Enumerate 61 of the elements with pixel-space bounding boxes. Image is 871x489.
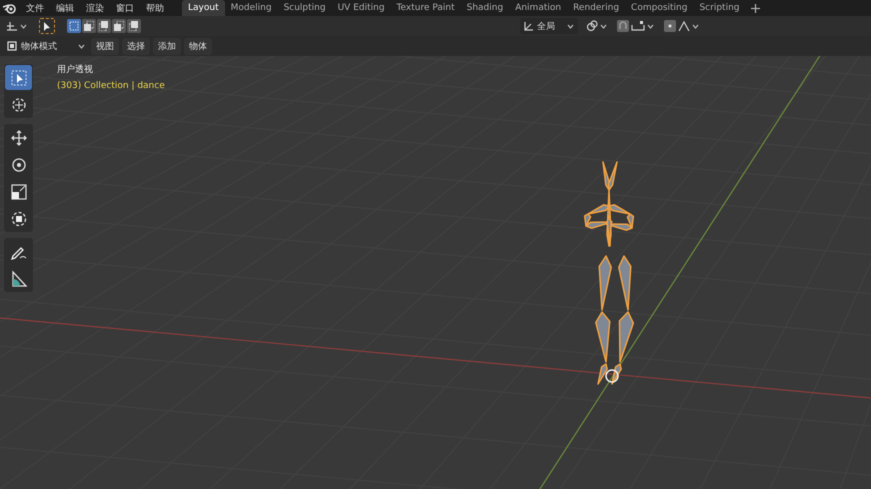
menu-item[interactable]: 编辑 <box>50 2 80 14</box>
mode-dropdown[interactable]: 物体模式 <box>4 38 88 54</box>
caret-icon <box>567 24 574 28</box>
viewport-menu[interactable]: 视图 <box>91 38 119 54</box>
menu-item[interactable]: 渲染 <box>80 2 110 14</box>
cursor-tool-icon <box>10 96 28 114</box>
plus-icon[interactable] <box>750 4 760 12</box>
snap-button[interactable] <box>615 18 656 34</box>
view-name: 用户透视 <box>57 64 94 76</box>
link-icon <box>586 20 598 32</box>
caret-icon <box>647 24 654 28</box>
rotate-icon <box>10 156 28 174</box>
selection-mode-icon <box>99 21 109 31</box>
selection-mode-button[interactable] <box>112 19 126 33</box>
selection-mode-button[interactable] <box>67 19 81 33</box>
workspace-tab[interactable]: UV Editing <box>332 0 391 16</box>
caret-icon <box>20 24 27 28</box>
tool-button[interactable] <box>5 65 32 90</box>
menu-item[interactable]: 文件 <box>20 2 50 14</box>
workspace-tab[interactable]: Scripting <box>693 0 746 16</box>
workspace-tab[interactable]: Sculpting <box>278 0 332 16</box>
cursor-arrow-icon <box>43 22 51 30</box>
object-mode-icon <box>7 41 17 51</box>
snap-increment-icon <box>631 21 645 31</box>
viewport-menu[interactable]: 物体 <box>184 38 212 54</box>
proportional-edit-button[interactable] <box>662 18 701 34</box>
select-tool-button[interactable] <box>39 18 55 34</box>
transform-icon <box>10 210 28 228</box>
workspace-tab[interactable]: Animation <box>509 0 568 16</box>
workspace-tab[interactable]: Texture Paint <box>390 0 461 16</box>
caret-icon <box>692 24 699 28</box>
menu-item[interactable]: 帮助 <box>140 2 170 14</box>
orientation-dropdown[interactable]: 全局 <box>520 18 578 34</box>
select-tool-icon <box>10 68 28 86</box>
axes-icon <box>6 21 18 31</box>
selection-mode-button[interactable] <box>82 19 96 33</box>
workspace-tab[interactable]: Rendering <box>567 0 626 16</box>
selection-mode-icon <box>84 21 94 31</box>
viewport-menu[interactable]: 选择 <box>122 38 150 54</box>
selection-mode-button[interactable] <box>97 19 111 33</box>
selection-mode-icon <box>129 21 139 31</box>
workspace-tab[interactable]: Modeling <box>224 0 278 16</box>
caret-icon <box>600 24 607 28</box>
falloff-curve-icon <box>678 21 690 31</box>
scale-icon <box>10 182 28 200</box>
ruler-icon <box>10 270 28 288</box>
viewport-menu[interactable]: 添加 <box>153 38 181 54</box>
workspace-tab[interactable]: Shading <box>460 0 510 16</box>
workspace-tab[interactable]: Compositing <box>625 0 694 16</box>
pivot-button[interactable] <box>584 18 609 34</box>
collection-info: (303) Collection | dance <box>57 81 165 91</box>
magnet-icon <box>617 20 629 32</box>
workspace-tab[interactable]: Layout <box>182 0 225 16</box>
selection-mode-icon <box>114 21 124 31</box>
orientation-icon <box>524 21 534 31</box>
move-icon <box>10 128 28 146</box>
menu-item[interactable]: 窗口 <box>110 2 140 14</box>
selection-mode-icon <box>69 21 79 31</box>
selection-mode-button[interactable] <box>127 19 141 33</box>
caret-icon <box>78 44 85 48</box>
proportional-toggle-icon <box>664 20 676 32</box>
